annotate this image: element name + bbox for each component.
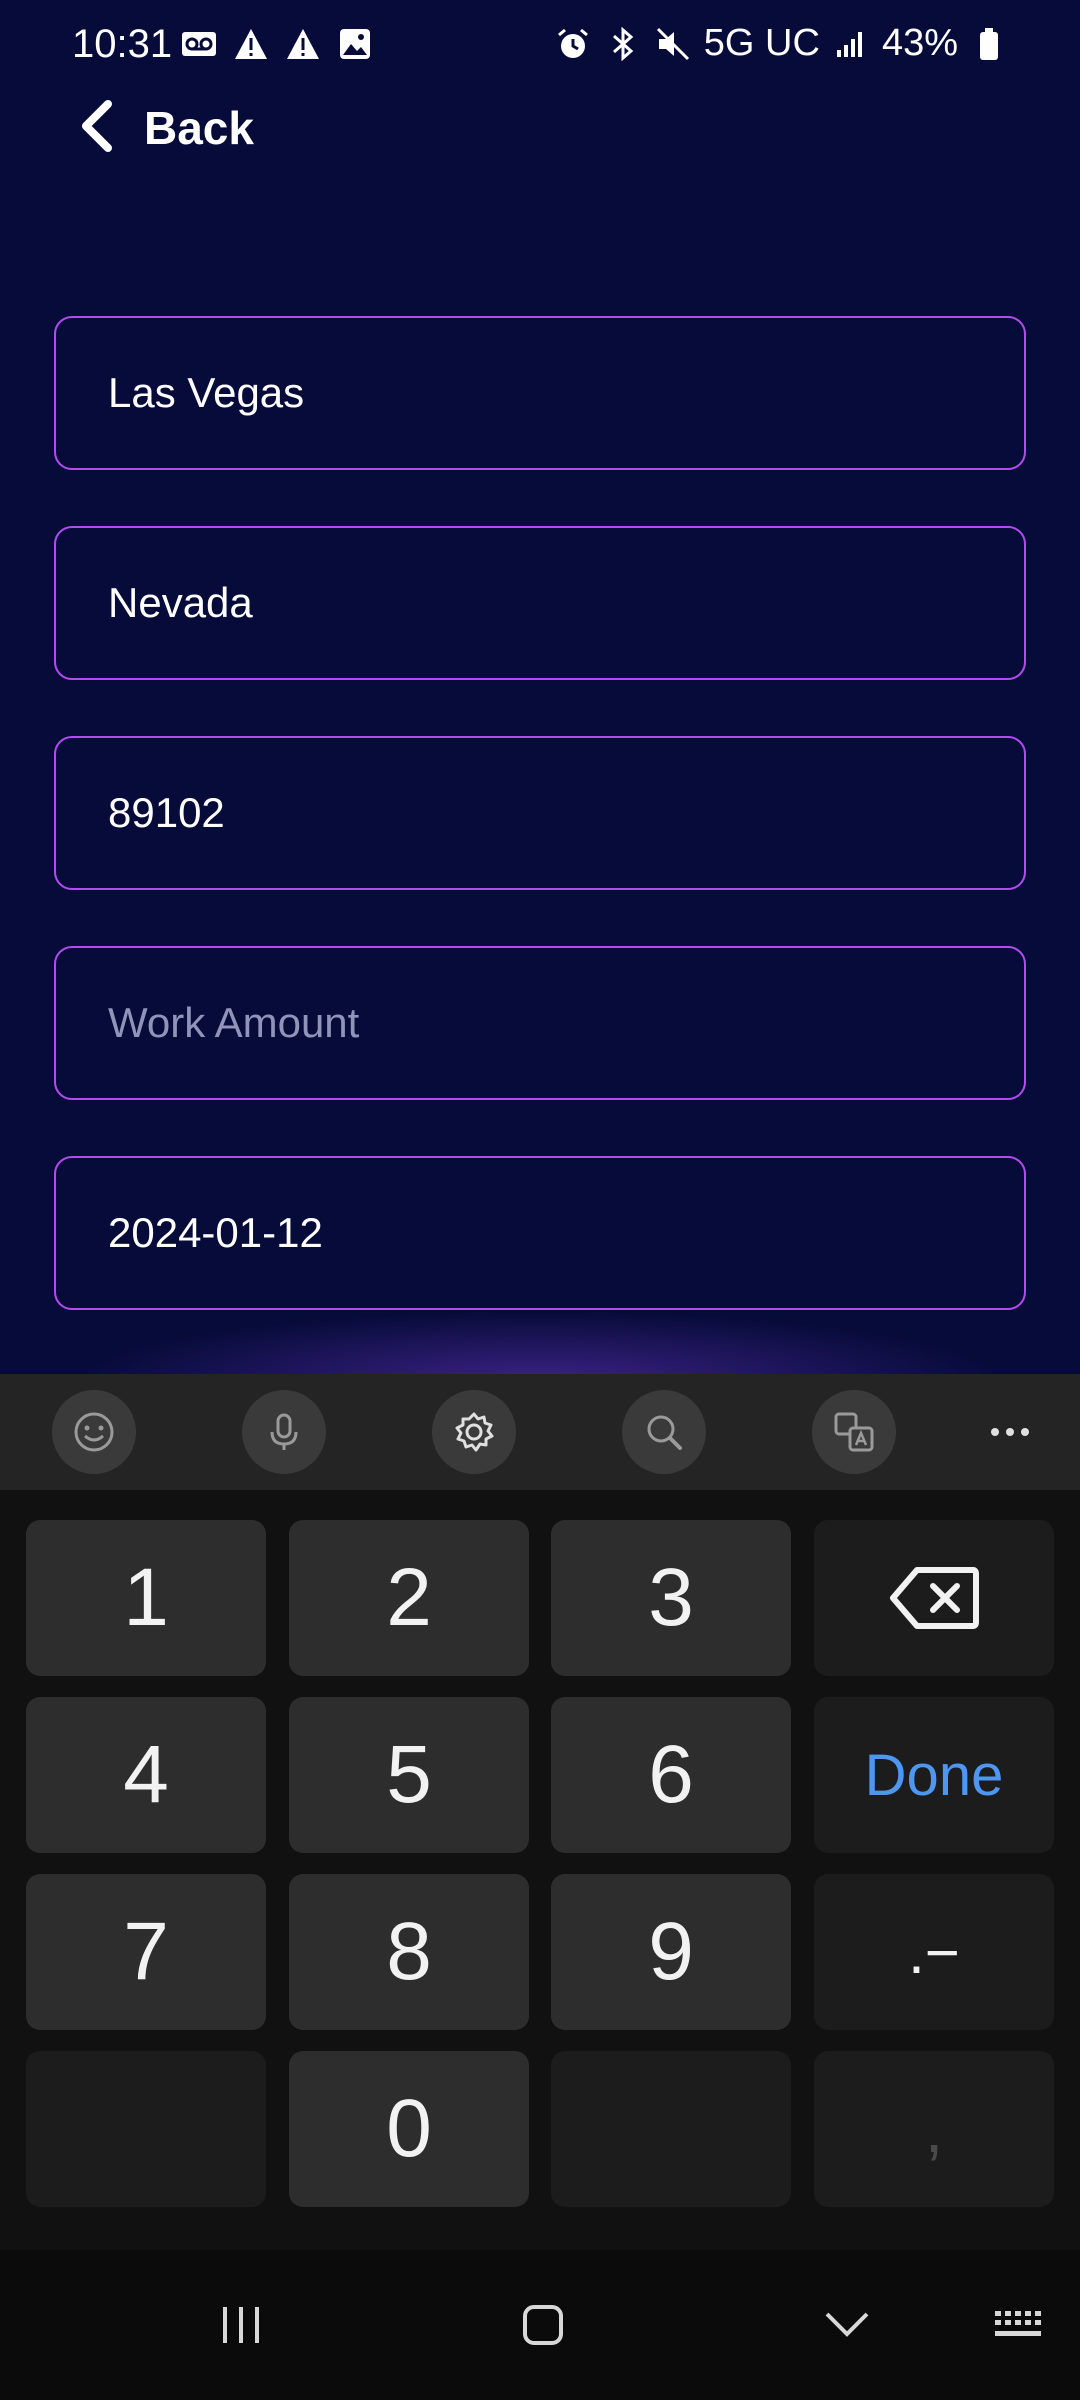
- translate-icon: [834, 1412, 874, 1452]
- key-4[interactable]: 4: [26, 1697, 266, 1853]
- numeric-keyboard: 1 2 3 4 5 6 Done 7 8 9 .− 0 ,: [0, 1490, 1080, 2250]
- alarm-icon: [554, 26, 592, 62]
- backspace-key[interactable]: [814, 1520, 1054, 1676]
- key-9[interactable]: 9: [551, 1874, 791, 2030]
- home-icon: [523, 2305, 563, 2345]
- keyboard-glow: [0, 1300, 1080, 1380]
- settings-button[interactable]: [432, 1390, 516, 1474]
- signal-icon: [832, 26, 870, 62]
- keyboard-switch-button[interactable]: [974, 2290, 1064, 2360]
- key-2[interactable]: 2: [289, 1520, 529, 1676]
- comma-key[interactable]: ,: [814, 2051, 1054, 2207]
- mute-icon: [654, 26, 692, 62]
- more-icon: [991, 1428, 1029, 1436]
- emoji-icon: [74, 1412, 114, 1452]
- search-icon: [647, 1415, 682, 1450]
- network-label: 5G UC: [703, 22, 820, 64]
- back-label: Back: [144, 102, 254, 154]
- keyboard-icon: [995, 2311, 1041, 2336]
- date-input[interactable]: [106, 1208, 1024, 1258]
- recents-button[interactable]: [196, 2290, 286, 2360]
- navigation-bar: [0, 2250, 1080, 2400]
- date-field[interactable]: [54, 1156, 1026, 1310]
- microphone-button[interactable]: [242, 1390, 326, 1474]
- done-key[interactable]: Done: [814, 1697, 1054, 1853]
- backspace-icon: [890, 1567, 979, 1629]
- warning-icon: [232, 26, 270, 62]
- keyboard-toolbar: [0, 1374, 1080, 1490]
- battery-percent: 43%: [881, 22, 958, 64]
- city-input[interactable]: [106, 368, 1024, 418]
- key-3[interactable]: 3: [551, 1520, 791, 1676]
- microphone-icon: [270, 1413, 298, 1450]
- home-button[interactable]: [498, 2290, 588, 2360]
- key-7[interactable]: 7: [26, 1874, 266, 2030]
- hide-keyboard-button[interactable]: [802, 2290, 892, 2360]
- battery-icon: [970, 26, 1008, 62]
- key-1[interactable]: 1: [26, 1520, 266, 1676]
- empty-key-right: [551, 2051, 791, 2207]
- bluetooth-icon: [604, 26, 642, 62]
- warning-icon: [284, 26, 322, 62]
- voicemail-icon: [180, 26, 218, 62]
- back-button[interactable]: Back: [78, 96, 254, 160]
- state-field[interactable]: [54, 526, 1026, 680]
- emoji-button[interactable]: [52, 1390, 136, 1474]
- city-field[interactable]: [54, 316, 1026, 470]
- recents-icon: [223, 2307, 259, 2343]
- status-bar: 10:31 5G UC 43%: [0, 0, 1080, 90]
- chevron-down-icon: [825, 2312, 869, 2337]
- image-icon: [336, 26, 374, 62]
- key-0[interactable]: 0: [289, 2051, 529, 2207]
- key-5[interactable]: 5: [289, 1697, 529, 1853]
- translate-button[interactable]: [812, 1390, 896, 1474]
- work-amount-field[interactable]: [54, 946, 1026, 1100]
- chevron-left-icon: [78, 99, 114, 157]
- status-time: 10:31: [72, 22, 173, 66]
- symbol-key[interactable]: .−: [814, 1874, 1054, 2030]
- state-input[interactable]: [106, 578, 1024, 628]
- settings-icon: [455, 1412, 494, 1452]
- key-8[interactable]: 8: [289, 1874, 529, 2030]
- search-button[interactable]: [622, 1390, 706, 1474]
- zip-field[interactable]: [54, 736, 1026, 890]
- empty-key-left: [26, 2051, 266, 2207]
- more-button[interactable]: [980, 1404, 1040, 1460]
- work-amount-input[interactable]: [106, 998, 1024, 1048]
- key-6[interactable]: 6: [551, 1697, 791, 1853]
- zip-input[interactable]: [106, 788, 1024, 838]
